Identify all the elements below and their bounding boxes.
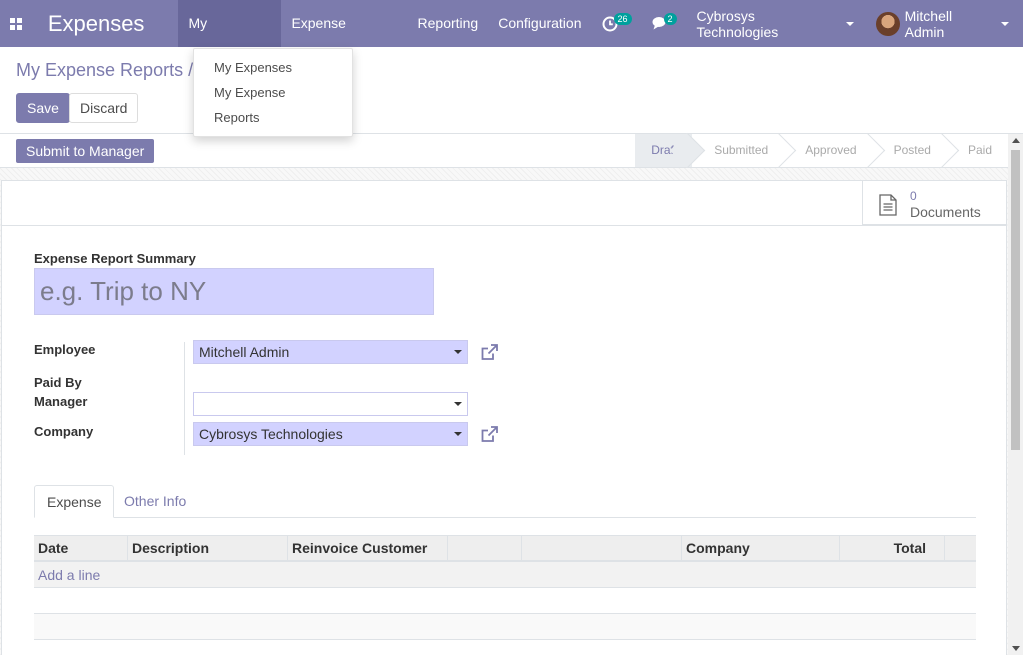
column-date[interactable]: Date (34, 536, 128, 561)
company-value: Cybrosys Technologies (199, 426, 343, 442)
table-row (34, 614, 976, 640)
document-icon (879, 194, 897, 216)
apps-menu-icon[interactable] (0, 0, 32, 47)
external-link-icon[interactable] (480, 343, 499, 362)
submit-to-manager-button[interactable]: Submit to Manager (16, 139, 155, 163)
form-sheet: 0 Documents Expense Report Summary e.g. … (1, 180, 1007, 655)
dropdown-item-my-expense-reports[interactable]: My Expense Reports (194, 80, 352, 130)
activity-button[interactable]: 26 (592, 0, 632, 47)
documents-smart-button[interactable]: 0 Documents (862, 181, 1006, 225)
dropdown-arrow-icon (454, 432, 462, 436)
company-name: Cybrosys Technologies (696, 7, 779, 40)
external-link-icon[interactable] (480, 425, 499, 444)
dropdown-arrow-icon (454, 350, 462, 354)
menu-configuration[interactable]: Configuration (488, 0, 591, 47)
employee-value: Mitchell Admin (199, 344, 290, 360)
main-menu: My Expenses Expense Reports Reporting Co… (178, 0, 591, 78)
stage-submitted[interactable]: Submitted (692, 134, 783, 167)
status-bar: Submit to Manager Draft Submitted Approv… (0, 133, 1023, 168)
menu-reporting[interactable]: Reporting (408, 0, 489, 47)
employee-label: Employee (34, 342, 96, 357)
column-description[interactable]: Description (128, 536, 288, 561)
documents-label: Documents (910, 204, 981, 220)
employee-select[interactable]: Mitchell Admin (193, 340, 468, 364)
company-switcher[interactable]: Cybrosys Technologies (685, 8, 866, 40)
tab-expense[interactable]: Expense (34, 485, 115, 518)
my-expenses-dropdown: My Expenses My Expense Reports (193, 48, 353, 137)
systray: 26 2 Cybrosys Technologies Mitchell Admi… (592, 0, 1023, 47)
stage-pipeline: Draft Submitted Approved Posted Paid (635, 134, 1007, 167)
scrollbar-thumb[interactable] (1011, 150, 1020, 450)
messages-count-badge: 2 (663, 13, 677, 25)
dropdown-item-my-expenses[interactable]: My Expenses (194, 55, 352, 80)
column-reinvoice-customer[interactable]: Reinvoice Customer (288, 536, 448, 561)
company-select[interactable]: Cybrosys Technologies (193, 422, 468, 446)
stage-approved[interactable]: Approved (783, 134, 871, 167)
column-empty-1[interactable] (448, 536, 522, 561)
activity-count-badge: 26 (613, 13, 632, 25)
divider (2, 225, 1006, 226)
expense-lines-table: Date Description Reinvoice Customer Comp… (34, 535, 976, 640)
add-line-link[interactable]: Add a line (34, 562, 976, 588)
scroll-up-icon[interactable] (1012, 138, 1020, 143)
dropdown-arrow-icon (454, 402, 462, 406)
user-menu[interactable]: Mitchell Admin (866, 8, 1023, 40)
summary-input[interactable]: e.g. Trip to NY (34, 268, 434, 315)
messages-button[interactable]: 2 (642, 0, 679, 47)
summary-label: Expense Report Summary (34, 251, 196, 266)
stage-draft[interactable]: Draft (635, 134, 693, 167)
chevron-down-icon (845, 21, 854, 26)
app-brand[interactable]: Expenses (32, 11, 159, 37)
avatar (875, 11, 900, 36)
documents-count: 0 (910, 189, 917, 203)
chevron-down-icon (1001, 21, 1009, 26)
column-company[interactable]: Company (682, 536, 840, 561)
user-name: Mitchell Admin (904, 7, 953, 40)
paid-by-label-line2: Manager (34, 394, 88, 409)
paid-by-label-line1: Paid By (34, 375, 82, 390)
notebook-tabs: Expense Other Info (34, 485, 976, 518)
paid-by-select[interactable] (193, 392, 468, 416)
discard-button[interactable]: Discard (69, 93, 139, 123)
column-empty-2[interactable] (522, 536, 682, 561)
top-navbar: Expenses My Expenses Expense Reports Rep… (0, 0, 1023, 78)
field-separator (184, 342, 185, 455)
breadcrumb[interactable]: My Expense Reports / (16, 60, 193, 81)
company-label: Company (34, 424, 94, 439)
menu-expense-reports[interactable]: Expense Reports (281, 0, 407, 78)
scrollbar[interactable] (1008, 134, 1023, 655)
table-header: Date Description Reinvoice Customer Comp… (34, 535, 976, 562)
menu-my-expenses[interactable]: My Expenses (178, 0, 282, 78)
tab-other-info[interactable]: Other Info (112, 485, 198, 518)
save-button[interactable]: Save (16, 93, 70, 123)
table-row (34, 588, 976, 614)
column-total[interactable]: Total (840, 536, 945, 561)
scroll-down-icon[interactable] (1012, 646, 1020, 651)
